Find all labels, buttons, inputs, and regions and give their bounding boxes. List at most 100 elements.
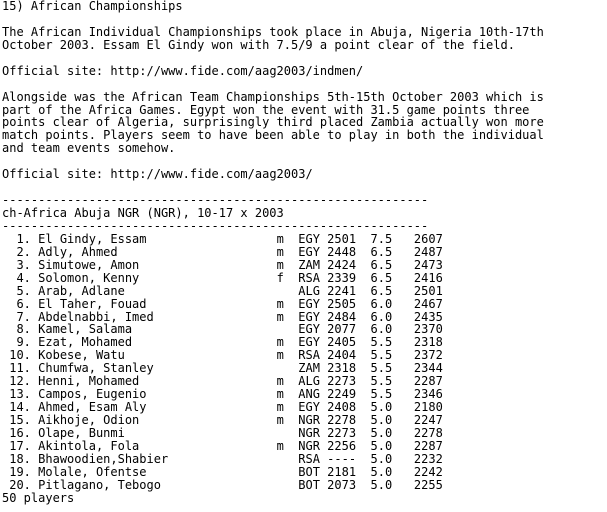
rank-cell: 6. bbox=[2, 296, 31, 311]
rank-cell: 14. bbox=[2, 400, 31, 415]
score-cell: 6.5 bbox=[370, 270, 393, 285]
rating-cell: 2181 bbox=[327, 464, 357, 479]
sex-cell: m bbox=[276, 335, 284, 350]
player-name-cell: Akintola, Fola bbox=[38, 438, 277, 453]
federation-cell: EGY bbox=[298, 296, 320, 311]
sex-cell: m bbox=[276, 387, 284, 402]
federation-cell: NGR bbox=[298, 438, 320, 453]
official-site-line: Official site: http://www.fide.com/aag20… bbox=[2, 168, 544, 181]
federation-cell: EGY bbox=[298, 322, 320, 337]
score-cell: 6.5 bbox=[370, 283, 393, 298]
player-name-cell: Ahmed, Esam Aly bbox=[38, 400, 277, 415]
sex-cell: m bbox=[276, 231, 284, 246]
player-name-cell: Henni, Mohamed bbox=[38, 374, 277, 389]
score-cell: 5.5 bbox=[370, 348, 393, 363]
rating-cell: ---- bbox=[327, 451, 357, 466]
sex-cell bbox=[277, 478, 284, 492]
score-cell: 5.0 bbox=[370, 477, 393, 492]
performance-cell: 2372 bbox=[413, 348, 443, 363]
rating-cell: 2339 bbox=[327, 270, 357, 285]
federation-cell: EGY bbox=[298, 335, 320, 350]
performance-cell: 2607 bbox=[413, 231, 443, 246]
official-site-line: Official site: http://www.fide.com/aag20… bbox=[2, 63, 544, 78]
rating-cell: 2501 bbox=[327, 231, 357, 246]
performance-cell: 2473 bbox=[413, 257, 443, 272]
rank-cell: 19. bbox=[2, 464, 31, 479]
performance-cell: 2247 bbox=[413, 413, 443, 427]
player-name-cell: Ezat, Mohamed bbox=[38, 335, 277, 350]
sex-cell: m bbox=[276, 400, 284, 415]
official-site-url[interactable]: http://www.fide.com/aag2003/indmen/ bbox=[110, 64, 363, 78]
player-name-cell: Kobese, Watu bbox=[38, 348, 277, 363]
rating-cell: 2484 bbox=[327, 309, 357, 324]
federation-cell: RSA bbox=[298, 270, 320, 285]
performance-cell: 2416 bbox=[413, 270, 443, 285]
sex-cell: m bbox=[276, 374, 284, 389]
rating-cell: 2405 bbox=[327, 335, 357, 350]
table-row: 20. Pitlagano, Tebogo BOT 2073 5.0 2255 bbox=[2, 477, 544, 492]
rank-cell: 4. bbox=[2, 270, 31, 285]
section-heading: 15) African Championships bbox=[2, 0, 183, 13]
sex-cell: m bbox=[276, 244, 284, 259]
rating-cell: 2278 bbox=[327, 413, 357, 427]
score-cell: 5.0 bbox=[370, 464, 393, 479]
performance-cell: 2180 bbox=[413, 400, 443, 415]
rank-cell: 2. bbox=[2, 244, 31, 259]
federation-cell: ALG bbox=[298, 283, 320, 298]
rating-cell: 2408 bbox=[327, 400, 357, 415]
federation-cell: ZAM bbox=[298, 361, 320, 376]
performance-cell: 2487 bbox=[413, 244, 443, 259]
performance-cell: 2232 bbox=[413, 451, 443, 466]
federation-cell: EGY bbox=[298, 400, 320, 415]
paragraph-line: and team events somehow. bbox=[2, 141, 176, 156]
sex-cell bbox=[277, 426, 284, 440]
rating-cell: 2505 bbox=[327, 296, 357, 311]
federation-cell: ZAM bbox=[298, 257, 320, 272]
score-cell: 6.0 bbox=[370, 309, 393, 324]
official-site-url[interactable]: http://www.fide.com/aag2003/ bbox=[110, 167, 312, 181]
federation-cell: ALG bbox=[298, 374, 320, 389]
rank-cell: 12. bbox=[2, 374, 31, 389]
player-name-cell: Bhawoodien,Shabier bbox=[38, 451, 277, 466]
federation-cell: EGY bbox=[298, 244, 320, 259]
rank-cell: 20. bbox=[2, 477, 31, 492]
performance-cell: 2278 bbox=[413, 425, 443, 440]
player-name-cell: Simutowe, Amon bbox=[38, 257, 277, 272]
performance-cell: 2370 bbox=[413, 322, 443, 337]
rank-cell: 15. bbox=[2, 413, 31, 427]
sex-cell: m bbox=[276, 257, 284, 272]
player-name-cell: Kamel, Salama bbox=[38, 322, 277, 337]
score-cell: 6.0 bbox=[370, 296, 393, 311]
federation-cell: RSA bbox=[298, 451, 320, 466]
sex-cell bbox=[277, 452, 284, 466]
official-site-label: Official site: bbox=[2, 167, 111, 182]
federation-cell: ANG bbox=[298, 387, 320, 402]
rank-cell: 16. bbox=[2, 425, 31, 440]
sex-cell bbox=[277, 284, 284, 298]
rating-cell: 2404 bbox=[327, 348, 357, 363]
official-site-label: Official site: bbox=[2, 63, 111, 78]
score-cell: 5.0 bbox=[370, 413, 393, 427]
sex-cell: m bbox=[276, 348, 284, 363]
table-footer: 50 players bbox=[2, 490, 75, 505]
player-name-cell: Pitlagano, Tebogo bbox=[38, 477, 277, 492]
rank-cell: 18. bbox=[2, 451, 31, 466]
federation-cell: NGR bbox=[298, 413, 320, 427]
player-name-cell: Aikhoje, Odion bbox=[38, 413, 277, 427]
sex-cell: m bbox=[276, 413, 284, 427]
rank-cell: 3. bbox=[2, 257, 31, 272]
score-cell: 6.0 bbox=[370, 322, 393, 337]
player-name-cell: El Taher, Fouad bbox=[38, 296, 277, 311]
sex-cell: f bbox=[276, 270, 284, 285]
score-cell: 5.5 bbox=[370, 387, 393, 402]
sex-cell bbox=[277, 361, 284, 375]
performance-cell: 2346 bbox=[413, 387, 443, 402]
performance-cell: 2501 bbox=[413, 283, 443, 298]
performance-cell: 2344 bbox=[413, 361, 443, 376]
score-cell: 5.0 bbox=[370, 451, 393, 466]
rating-cell: 2424 bbox=[327, 257, 357, 272]
rating-cell: 2256 bbox=[327, 438, 357, 453]
performance-cell: 2287 bbox=[413, 438, 443, 453]
federation-cell: EGY bbox=[298, 231, 320, 246]
sex-cell bbox=[277, 322, 284, 336]
